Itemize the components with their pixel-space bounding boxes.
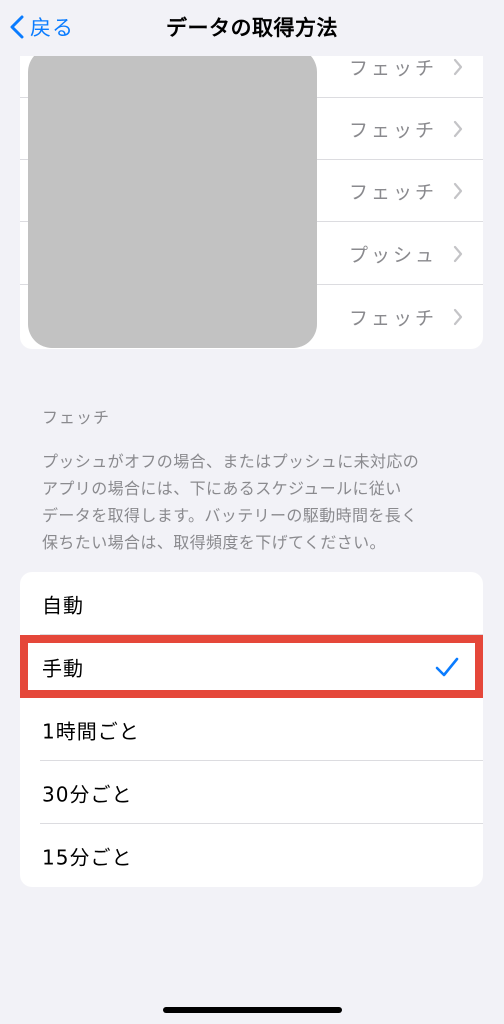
option-label: 30分ごと: [42, 782, 133, 806]
account-fetch-value: フェッチ: [348, 57, 437, 80]
description-line: アプリの場合には、下にあるスケジュールに従い: [42, 479, 402, 498]
fetch-schedule-options: 自動 手動 1時間ごと 30分ごと 15分ごと: [20, 572, 483, 887]
chevron-right-icon: [453, 245, 463, 263]
fetch-section-header: フェッチ: [42, 408, 111, 427]
account-fetch-value: フェッチ: [348, 181, 437, 204]
chevron-right-icon: [453, 120, 463, 138]
option-label: 1時間ごと: [42, 719, 140, 743]
account-fetch-value: フェッチ: [348, 307, 437, 330]
option-every-30-minutes[interactable]: 30分ごと: [20, 761, 483, 824]
option-manual[interactable]: 手動: [20, 635, 483, 698]
option-label: 手動: [42, 656, 84, 680]
navigation-bar: 戻る データの取得方法: [0, 0, 504, 56]
option-label: 自動: [42, 593, 84, 617]
redacted-account-names: [28, 48, 317, 348]
page-title: データの取得方法: [166, 16, 338, 40]
description-line: 保ちたい場合は、取得頻度を下げてください。: [42, 533, 386, 552]
account-fetch-value: フェッチ: [348, 119, 437, 142]
option-hourly[interactable]: 1時間ごと: [20, 698, 483, 761]
chevron-right-icon: [453, 182, 463, 200]
account-push-value: プッシュ: [348, 244, 437, 267]
option-label: 15分ごと: [42, 845, 133, 869]
fetch-section-description: プッシュがオフの場合、またはプッシュに未対応の アプリの場合には、下にあるスケジ…: [42, 448, 472, 556]
option-every-15-minutes[interactable]: 15分ごと: [20, 824, 483, 887]
checkmark-icon: [435, 657, 459, 677]
description-line: プッシュがオフの場合、またはプッシュに未対応の: [42, 452, 420, 471]
description-line: データを取得します。バッテリーの駆動時間を長く: [42, 506, 418, 525]
chevron-right-icon: [453, 58, 463, 76]
home-indicator: [163, 1007, 342, 1013]
option-automatic[interactable]: 自動: [20, 572, 483, 635]
chevron-right-icon: [453, 308, 463, 326]
